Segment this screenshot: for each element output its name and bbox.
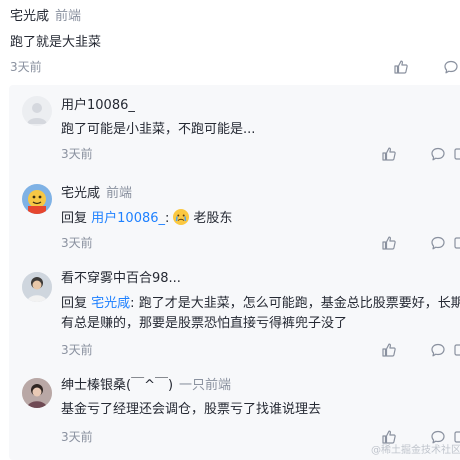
- comment-thread: 宅光咸 前端 跑了就是大韭菜 3天前 用户10086_ 跑了可能是小韭菜，不跑可能…: [0, 0, 460, 460]
- reply-time: 3天前: [61, 147, 93, 161]
- reply-author[interactable]: 看不穿雾中百合98...: [61, 270, 181, 288]
- reply-separator: :: [130, 296, 135, 311]
- replies-panel: 用户10086_ 跑了可能是小韭菜，不跑可能是... 3天前 宅光咸前端 回复: [9, 85, 460, 460]
- reply-target-link[interactable]: 宅光咸: [91, 296, 130, 311]
- reply-prefix: 回复: [61, 211, 88, 226]
- more-icon[interactable]: [453, 146, 460, 162]
- reply-prefix: 回复: [61, 296, 88, 311]
- reply-header: 绅士榛银桑(￣^￣) 一只前端: [61, 377, 231, 395]
- reply-text-line2: 有总是赚的，那要是股票恐怕直接亏得裤兜子没了: [61, 316, 348, 331]
- reply-header: 宅光咸 前端: [61, 185, 132, 203]
- watermark: @稀土掘金技术社区: [371, 445, 460, 456]
- comment-time: 3天前: [10, 60, 42, 74]
- comment-author[interactable]: 宅光咸: [10, 9, 49, 24]
- avatar[interactable]: [22, 378, 52, 408]
- reply-text: 老股东: [193, 211, 233, 226]
- like-icon[interactable]: [393, 59, 409, 75]
- comment-icon[interactable]: [430, 146, 446, 162]
- like-icon[interactable]: [381, 235, 397, 251]
- comment-icon[interactable]: [430, 235, 446, 251]
- reply-time: 3天前: [61, 430, 93, 444]
- avatar[interactable]: [22, 96, 52, 126]
- reply-content: 回复 用户10086_: 老股东: [61, 209, 232, 229]
- crying-emoji-icon: [173, 209, 190, 225]
- reply-author[interactable]: 宅光咸: [61, 186, 100, 201]
- reply-content: 基金亏了经理还会调仓，股票亏了找谁说理去: [61, 402, 322, 417]
- reply-text-line1: 跑了才是大韭菜，怎么可能跑，基金总比股票要好，长期持: [138, 296, 460, 311]
- comment-icon[interactable]: [430, 342, 446, 358]
- reply-author[interactable]: 用户10086_: [61, 97, 135, 115]
- author-role: 前端: [106, 186, 133, 201]
- more-icon[interactable]: [453, 235, 460, 251]
- author-role: 一只前端: [179, 378, 232, 393]
- avatar[interactable]: [22, 184, 52, 214]
- comment-content: 跑了就是大韭菜: [10, 35, 102, 50]
- like-icon[interactable]: [381, 146, 397, 162]
- comment-icon[interactable]: [443, 59, 459, 75]
- reply-author[interactable]: 绅士榛银桑(￣^￣): [61, 378, 173, 393]
- like-icon[interactable]: [381, 342, 397, 358]
- author-role: 前端: [55, 9, 82, 24]
- reply-target-link[interactable]: 用户10086_: [91, 211, 165, 226]
- reply-time: 3天前: [61, 236, 93, 250]
- reply-separator: :: [165, 211, 170, 226]
- avatar[interactable]: [22, 272, 52, 302]
- top-comment: 宅光咸 前端 跑了就是大韭菜 3天前: [10, 0, 460, 80]
- reply-content: 跑了可能是小韭菜，不跑可能是...: [61, 122, 256, 137]
- reply-time: 3天前: [61, 343, 93, 357]
- reply-content: 回复 宅光咸: 跑了才是大韭菜，怎么可能跑，基金总比股票要好，长期持: [61, 294, 460, 314]
- comment-header: 宅光咸 前端: [10, 8, 81, 26]
- more-icon[interactable]: [453, 342, 460, 358]
